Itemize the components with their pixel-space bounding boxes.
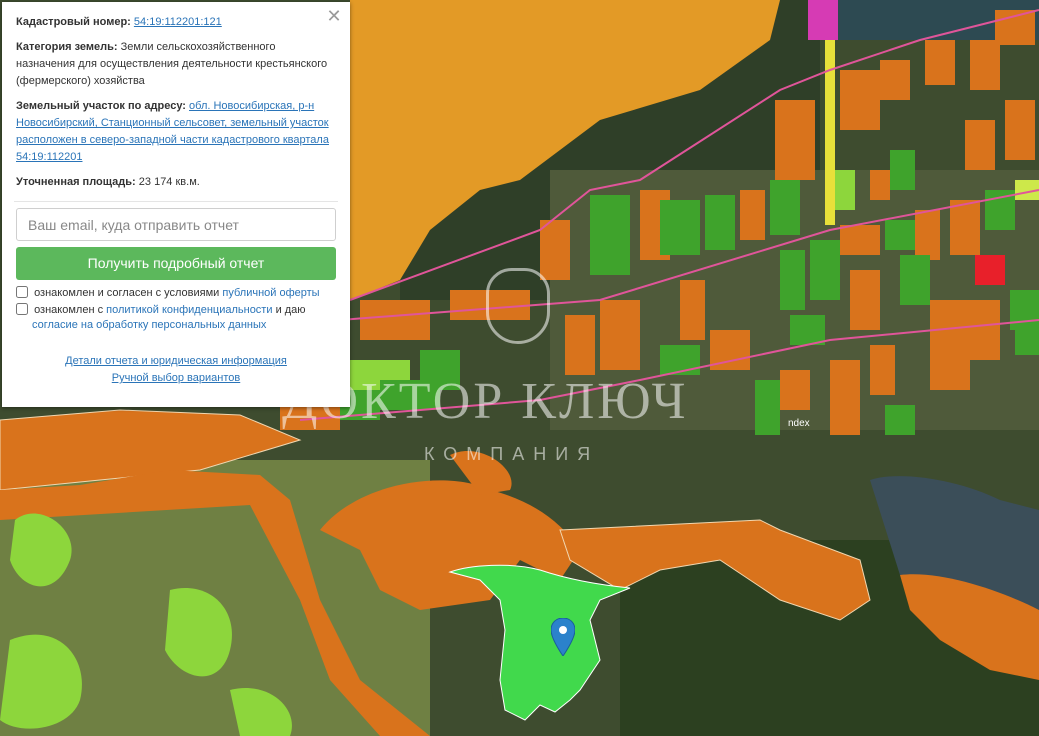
watermark-key-icon <box>486 268 550 344</box>
consent-offer: ознакомлен и согласен с условиями публич… <box>16 286 336 301</box>
consent-offer-text: ознакомлен и согласен с условиями <box>34 287 220 299</box>
map-pin-icon[interactable] <box>551 618 575 656</box>
area-row: Уточненная площадь: 23 174 кв.м. <box>16 174 336 191</box>
parcel-magenta <box>808 0 838 40</box>
consent-offer-checkbox[interactable] <box>16 286 28 298</box>
consent-privacy-checkbox[interactable] <box>16 303 28 315</box>
info-panel: ✕ Кадастровый номер: 54:19:112201:121 Ка… <box>2 2 350 407</box>
get-report-button[interactable]: Получить подробный отчет <box>16 247 336 280</box>
road-yellow <box>825 40 835 225</box>
area-label: Уточненная площадь: <box>16 176 136 188</box>
yandex-label: ndex <box>788 418 810 429</box>
address-label: Земельный участок по адресу: <box>16 100 186 112</box>
consent-privacy-mid: и даю <box>275 304 306 316</box>
category-label: Категория земель: <box>16 41 118 53</box>
manual-select-link[interactable]: Ручной выбор вариантов <box>112 372 240 384</box>
watermark-subtitle: КОМПАНИЯ <box>424 444 600 464</box>
close-icon[interactable]: ✕ <box>326 7 342 25</box>
cadastral-row: Кадастровый номер: 54:19:112201:121 <box>16 14 336 31</box>
consent-privacy-text: ознакомлен с <box>34 304 104 316</box>
cadastral-label: Кадастровый номер: <box>16 16 131 28</box>
address-row: Земельный участок по адресу: обл. Новоси… <box>16 98 336 166</box>
personal-data-link[interactable]: согласие на обработку персональных данны… <box>32 319 266 331</box>
area-value: 23 174 кв.м. <box>138 176 200 188</box>
email-input[interactable] <box>16 208 336 241</box>
public-offer-link[interactable]: публичной оферты <box>222 287 319 299</box>
details-link[interactable]: Детали отчета и юридическая информация <box>65 355 287 367</box>
privacy-policy-link[interactable]: политикой конфиденциальности <box>106 304 272 316</box>
cadastral-link[interactable]: 54:19:112201:121 <box>134 16 222 28</box>
divider <box>14 201 338 202</box>
category-row: Категория земель: Земли сельскохозяйстве… <box>16 39 336 90</box>
consent-privacy: ознакомлен с политикой конфиденциальност… <box>16 303 336 333</box>
panel-footer: Детали отчета и юридическая информация Р… <box>16 353 336 387</box>
